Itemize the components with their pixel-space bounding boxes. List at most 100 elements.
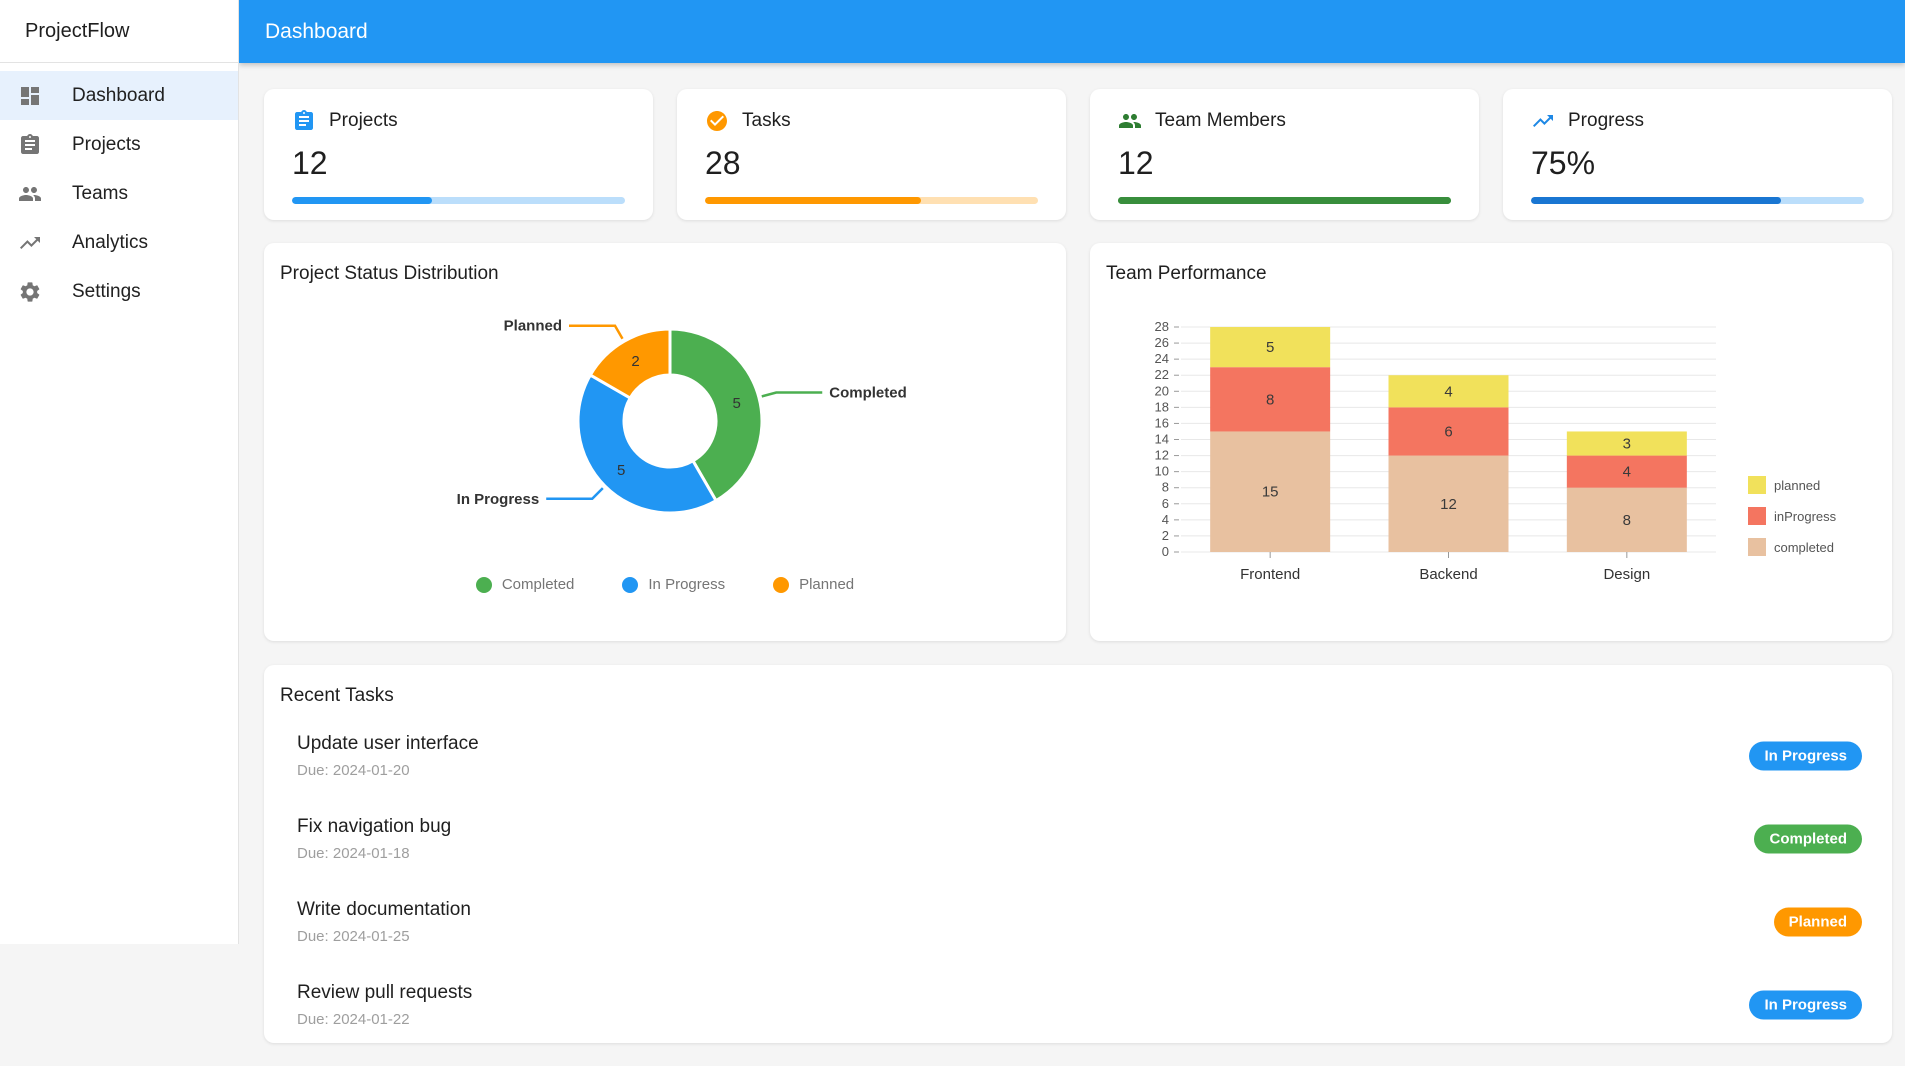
- dashboard-icon: [18, 84, 42, 108]
- stat-card-team-members: Team Members 12: [1090, 89, 1479, 220]
- sidebar-item-label: Projects: [72, 134, 141, 156]
- svg-text:In Progress: In Progress: [457, 491, 540, 508]
- svg-text:inProgress: inProgress: [1774, 509, 1837, 524]
- svg-text:4: 4: [1623, 464, 1631, 481]
- svg-text:12: 12: [1155, 448, 1169, 463]
- trending-up-icon: [18, 231, 42, 255]
- recent-tasks-card: Recent Tasks Update user interface Due: …: [264, 665, 1892, 1043]
- svg-text:Design: Design: [1603, 566, 1650, 583]
- people-icon: [1118, 109, 1142, 133]
- svg-text:3: 3: [1623, 436, 1631, 453]
- stat-label: Team Members: [1155, 110, 1286, 132]
- svg-text:0: 0: [1162, 544, 1169, 559]
- stat-value: 12: [1118, 145, 1451, 182]
- task-title: Update user interface: [297, 733, 1862, 755]
- svg-text:20: 20: [1155, 383, 1169, 398]
- stat-value: 28: [705, 145, 1038, 182]
- svg-text:14: 14: [1155, 432, 1169, 447]
- sidebar-item-label: Dashboard: [72, 85, 165, 107]
- stat-label: Projects: [329, 110, 398, 132]
- task-row[interactable]: Update user interface Due: 2024-01-20 In…: [280, 721, 1862, 791]
- svg-text:Frontend: Frontend: [1240, 566, 1300, 583]
- sidebar-item-label: Teams: [72, 183, 128, 205]
- stat-card-projects: Projects 12: [264, 89, 653, 220]
- status-badge: Completed: [1754, 825, 1862, 854]
- sidebar-item-settings[interactable]: Settings: [0, 267, 238, 316]
- donut-chart: 5Completed5In Progress2Planned: [280, 291, 1050, 568]
- svg-text:8: 8: [1162, 480, 1169, 495]
- sidebar-item-dashboard[interactable]: Dashboard: [0, 71, 238, 120]
- svg-text:18: 18: [1155, 399, 1169, 414]
- stat-label: Tasks: [742, 110, 791, 132]
- task-row[interactable]: Write documentation Due: 2024-01-25 Plan…: [280, 887, 1862, 957]
- clipboard-icon: [18, 133, 42, 157]
- task-row[interactable]: Review pull requests Due: 2024-01-22 In …: [280, 970, 1862, 1040]
- page-title: Dashboard: [265, 20, 368, 44]
- topbar: Dashboard: [239, 0, 1905, 63]
- task-title: Fix navigation bug: [297, 816, 1862, 838]
- svg-text:24: 24: [1155, 351, 1169, 366]
- stacked-bar-chart: 02468101214161820222426281585Frontend126…: [1106, 297, 1876, 612]
- progress-bar: [292, 197, 625, 204]
- svg-text:5: 5: [732, 395, 740, 412]
- sidebar-item-analytics[interactable]: Analytics: [0, 218, 238, 267]
- stat-card-progress: Progress 75%: [1503, 89, 1892, 220]
- clipboard-icon: [292, 109, 316, 133]
- app-logo: ProjectFlow: [0, 0, 238, 63]
- svg-text:6: 6: [1162, 496, 1169, 511]
- svg-text:completed: completed: [1774, 540, 1834, 555]
- stat-value: 75%: [1531, 145, 1864, 182]
- task-due-date: Due: 2024-01-18: [297, 845, 1862, 862]
- sidebar-item-teams[interactable]: Teams: [0, 169, 238, 218]
- svg-text:4: 4: [1444, 383, 1452, 400]
- status-badge: Planned: [1774, 908, 1862, 937]
- progress-bar: [1118, 197, 1451, 204]
- project-status-card: Project Status Distribution 5 Completed 5 I…: [264, 243, 1066, 641]
- svg-text:10: 10: [1155, 464, 1169, 479]
- sidebar-item-label: Analytics: [72, 232, 148, 254]
- team-performance-card: Team Performance 02468101214161820222426…: [1090, 243, 1892, 641]
- task-row[interactable]: Fix navigation bug Due: 2024-01-18 Compl…: [280, 804, 1862, 874]
- progress-bar: [705, 197, 1038, 204]
- svg-text:4: 4: [1162, 512, 1169, 527]
- sidebar-item-label: Settings: [72, 281, 141, 303]
- svg-text:planned: planned: [1774, 478, 1820, 493]
- stats-row: Projects 12 Tasks 28 Team Members 12: [264, 89, 1892, 220]
- svg-text:6: 6: [1444, 423, 1452, 440]
- charts-row: Project Status Distribution 5 Completed 5 I…: [264, 243, 1892, 641]
- main-content: Projects 12 Tasks 28 Team Members 12: [239, 63, 1905, 1066]
- task-title: Review pull requests: [297, 982, 1862, 1004]
- svg-text:28: 28: [1155, 319, 1169, 334]
- legend-item: Completed: [476, 576, 575, 593]
- sidebar-item-projects[interactable]: Projects: [0, 120, 238, 169]
- svg-text:22: 22: [1155, 367, 1169, 382]
- chart-title: Team Performance: [1106, 263, 1876, 285]
- sidebar-nav: Dashboard Projects Teams Analytics Setti…: [0, 63, 238, 316]
- svg-text:5: 5: [617, 462, 625, 479]
- svg-text:Completed: Completed: [829, 385, 907, 402]
- stat-label: Progress: [1568, 110, 1644, 132]
- stat-value: 12: [292, 145, 625, 182]
- stat-card-tasks: Tasks 28: [677, 89, 1066, 220]
- svg-text:15: 15: [1262, 484, 1279, 501]
- people-icon: [18, 182, 42, 206]
- svg-text:2: 2: [1162, 528, 1169, 543]
- legend-item: In Progress: [622, 576, 725, 593]
- task-due-date: Due: 2024-01-22: [297, 1011, 1862, 1028]
- chart-title: Project Status Distribution: [280, 263, 1050, 285]
- legend-item: Planned: [773, 576, 854, 593]
- svg-text:8: 8: [1266, 391, 1274, 408]
- progress-bar: [1531, 197, 1864, 204]
- sidebar: ProjectFlow Dashboard Projects Teams Ana…: [0, 0, 239, 944]
- svg-text:16: 16: [1155, 415, 1169, 430]
- svg-text:5: 5: [1266, 339, 1274, 356]
- task-title: Write documentation: [297, 899, 1862, 921]
- svg-text:Backend: Backend: [1419, 566, 1477, 583]
- svg-text:26: 26: [1155, 335, 1169, 350]
- gear-icon: [18, 280, 42, 304]
- check-circle-icon: [705, 109, 729, 133]
- svg-text:8: 8: [1623, 512, 1631, 529]
- task-due-date: Due: 2024-01-25: [297, 928, 1862, 945]
- task-list: Update user interface Due: 2024-01-20 In…: [280, 721, 1862, 1040]
- trending-up-icon: [1531, 109, 1555, 133]
